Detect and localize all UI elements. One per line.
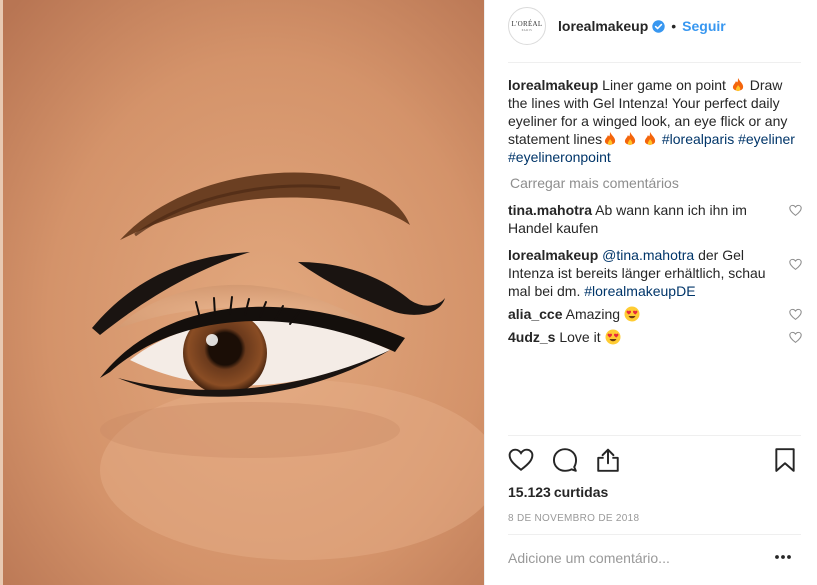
comment-username[interactable]: lorealmakeup <box>508 247 598 263</box>
comment-like-heart-icon[interactable] <box>789 258 802 271</box>
post-actions <box>508 446 798 476</box>
divider <box>508 534 801 535</box>
comment-username[interactable]: alia_cce <box>508 306 563 322</box>
divider <box>508 435 801 436</box>
post-sidebar: L'ORÉAL PARIS lorealmakeup • Seguir lorea… <box>484 0 817 585</box>
caption-username[interactable]: lorealmakeup <box>508 77 598 93</box>
heart-icon[interactable] <box>508 447 534 473</box>
comment-item: 4udz_s Love it <box>508 328 802 346</box>
comment-icon[interactable] <box>552 447 578 473</box>
post-header: L'ORÉAL PARIS lorealmakeup • Seguir <box>485 0 817 52</box>
fire-emoji <box>732 78 743 92</box>
load-more-comments-button[interactable]: Carregar mais comentários <box>510 174 798 192</box>
comment-like-heart-icon[interactable] <box>789 308 802 321</box>
follow-button[interactable]: Seguir <box>682 18 726 34</box>
comments-section: lorealmakeup Liner game on point Draw th… <box>508 76 802 346</box>
hashtag-link[interactable]: #lorealparis <box>662 131 734 147</box>
likes-count[interactable]: 15.123 curtidas <box>508 484 608 500</box>
share-icon[interactable] <box>595 447 621 473</box>
separator-dot: • <box>671 18 677 34</box>
comment-item: alia_cce Amazing <box>508 305 802 323</box>
likes-number: 15.123 <box>508 484 551 500</box>
caption-text: Liner game on point <box>602 77 726 93</box>
post-date: 8 de novembro de 2018 <box>508 513 640 524</box>
post-photo[interactable] <box>0 0 484 585</box>
comment-item: lorealmakeup @tina.mahotra der Gel Inten… <box>508 246 802 300</box>
comment-item: tina.mahotra Ab wann kann ich ihn im Han… <box>508 201 802 237</box>
verified-badge-icon <box>652 19 665 33</box>
divider <box>508 62 801 63</box>
fire-emoji <box>605 132 616 146</box>
bookmark-icon[interactable] <box>772 447 798 473</box>
comment-username[interactable]: tina.mahotra <box>508 202 592 218</box>
comment-like-heart-icon[interactable] <box>789 331 802 344</box>
heart-eyes-emoji <box>624 306 640 322</box>
avatar-logo: L'ORÉAL PARIS <box>511 20 543 32</box>
post-caption: lorealmakeup Liner game on point Draw th… <box>508 76 796 166</box>
post-username[interactable]: lorealmakeup <box>558 18 648 34</box>
mention-link[interactable]: @tina.mahotra <box>602 247 694 263</box>
hashtag-link[interactable]: #lorealmakeupDE <box>584 283 695 299</box>
add-comment-input[interactable] <box>508 550 768 566</box>
likes-label: curtidas <box>553 484 609 500</box>
fire-emoji <box>624 132 636 146</box>
more-options-icon[interactable] <box>774 553 792 561</box>
heart-eyes-emoji <box>605 329 620 345</box>
fire-emoji <box>644 132 656 146</box>
comment-text: Love it <box>559 329 601 345</box>
eye-makeup-photo <box>0 0 484 585</box>
avatar[interactable]: L'ORÉAL PARIS <box>508 7 546 45</box>
comment-text: Amazing <box>565 306 621 322</box>
comment-username[interactable]: 4udz_s <box>508 329 555 345</box>
comment-like-heart-icon[interactable] <box>789 204 802 217</box>
